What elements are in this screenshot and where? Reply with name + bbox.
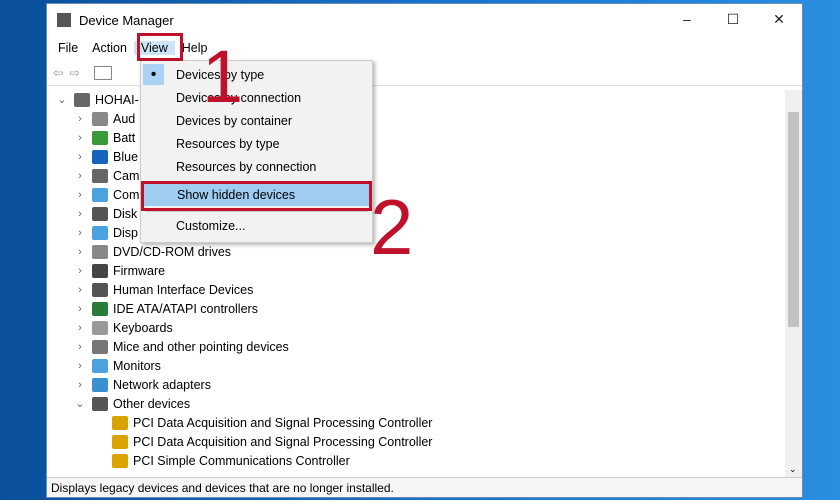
chevron-right-icon[interactable]: › [73,341,87,353]
tree-item-label: Monitors [113,358,161,373]
firmware-icon [92,263,108,278]
chevron-right-icon[interactable]: › [73,303,87,315]
close-button[interactable]: ✕ [756,4,802,34]
ide-icon [92,301,108,316]
tree-device[interactable]: PCI Data Acquisition and Signal Processi… [47,413,785,432]
chevron-right-icon[interactable]: › [73,360,87,372]
tree-item-label: Keyboards [113,320,173,335]
hid-icon [92,282,108,297]
properties-icon[interactable] [93,65,112,80]
status-bar: Displays legacy devices and devices that… [47,477,802,497]
chevron-right-icon[interactable]: › [73,113,87,125]
tree-category[interactable]: › Keyboards [47,318,785,337]
scroll-down-icon[interactable]: ⌄ [789,464,797,475]
tree-item-label: Disk [113,206,138,221]
vertical-scrollbar[interactable]: ⌄ [785,90,802,477]
menu-item-resources-by-type[interactable]: Resources by type [141,132,372,155]
tree-item-label: Mice and other pointing devices [113,339,289,354]
unknown-device-icon [92,396,108,411]
forward-icon[interactable]: ⇨ [69,65,79,80]
tree-category-other-devices[interactable]: ⌄ Other devices [47,394,785,413]
menu-file[interactable]: File [51,41,85,55]
speaker-icon [92,111,108,126]
tree-item-label: Blue [113,149,139,164]
display-icon [92,225,108,240]
network-icon [92,377,108,392]
tree-category[interactable]: › DVD/CD-ROM drives [47,242,785,261]
camera-icon [92,168,108,183]
tree-item-label: PCI Simple Communications Controller [133,453,350,468]
menu-item-devices-by-type[interactable]: • Devices by type [141,63,372,86]
tree-item-label: Firmware [113,263,166,278]
tree-item-label: Network adapters [113,377,211,392]
warning-device-icon [112,415,128,430]
tree-item-label: Com [113,187,140,202]
tree-category[interactable]: › Network adapters [47,375,785,394]
root-label: HOHAI- [95,92,139,107]
menu-item-customize[interactable]: Customize... [141,214,372,237]
computer-icon [92,187,108,202]
menu-action[interactable]: Action [85,41,134,55]
tree-category[interactable]: › Monitors [47,356,785,375]
chevron-right-icon[interactable]: › [73,189,87,201]
tree-item-label: PCI Data Acquisition and Signal Processi… [133,434,433,449]
tree-item-label: DVD/CD-ROM drives [113,244,232,259]
disk-icon [92,206,108,221]
device-manager-icon [57,13,71,27]
annotation-box-show-hidden [141,181,372,211]
menu-item-devices-by-container[interactable]: Devices by container [141,109,372,132]
tree-item-label: Cam [113,168,140,183]
window-title: Device Manager [79,12,174,28]
tree-category[interactable]: › Human Interface Devices [47,280,785,299]
back-icon[interactable]: ⇦ [53,65,63,80]
label: Resources by connection [176,159,317,174]
menu-item-devices-by-connection[interactable]: Devices by connection [141,86,372,109]
tree-category[interactable]: › Firmware [47,261,785,280]
mouse-icon [92,339,108,354]
bluetooth-icon [92,149,108,164]
label: Customize... [176,218,246,233]
chevron-right-icon[interactable]: › [73,322,87,334]
tree-item-label: Other devices [113,396,191,411]
annotation-step-1: 1 [202,35,244,118]
tree-category[interactable]: › Mice and other pointing devices [47,337,785,356]
tree-item-label: Batt [113,130,136,145]
chevron-right-icon[interactable]: › [73,265,87,277]
menu-item-resources-by-connection[interactable]: Resources by connection [141,155,372,178]
warning-device-icon [112,434,128,449]
maximize-button[interactable]: ☐ [710,4,756,34]
annotation-step-2: 2 [370,183,414,271]
tree-item-label: Aud [113,111,136,126]
minimize-button[interactable]: – [664,4,710,34]
menu-separator [145,211,368,212]
tree-device[interactable]: PCI Data Acquisition and Signal Processi… [47,432,785,451]
annotation-box-view [137,33,183,61]
view-menu-dropdown: • Devices by type Devices by connection D… [140,60,373,243]
keyboard-icon [92,320,108,335]
tree-device[interactable]: PCI Simple Communications Controller [47,451,785,470]
chevron-right-icon[interactable]: › [73,208,87,220]
tree-item-label: Human Interface Devices [113,282,254,297]
scrollbar-thumb[interactable] [788,112,799,327]
monitor-icon [92,358,108,373]
chevron-right-icon[interactable]: › [73,132,87,144]
radio-dot-icon: • [143,64,164,85]
battery-icon [92,130,108,145]
chevron-right-icon[interactable]: › [73,284,87,296]
dvd-icon [92,244,108,259]
tree-item-label: PCI Data Acquisition and Signal Processi… [133,415,433,430]
chevron-right-icon[interactable]: › [73,227,87,239]
chevron-right-icon[interactable]: › [73,246,87,258]
chevron-right-icon[interactable]: › [73,379,87,391]
chevron-down-icon[interactable]: ⌄ [73,397,87,410]
tree-category[interactable]: › IDE ATA/ATAPI controllers [47,299,785,318]
tree-item-label: IDE ATA/ATAPI controllers [113,301,258,316]
chevron-down-icon[interactable]: ⌄ [55,93,69,106]
computer-icon [74,92,90,107]
label: Resources by type [176,136,280,151]
tree-item-label: Disp [113,225,139,240]
warning-device-icon [112,453,128,468]
chevron-right-icon[interactable]: › [73,151,87,163]
chevron-right-icon[interactable]: › [73,170,87,182]
